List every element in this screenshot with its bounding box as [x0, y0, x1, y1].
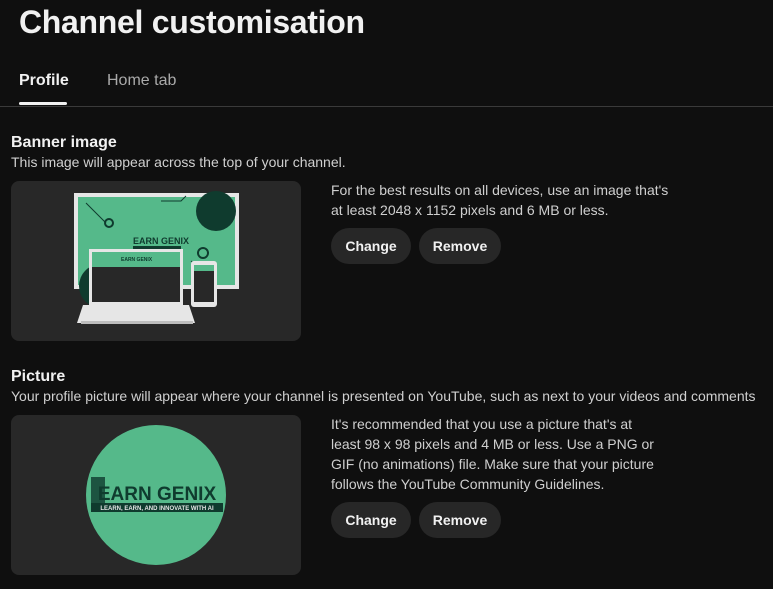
laptop-base: [77, 305, 195, 323]
banner-change-button[interactable]: Change: [331, 228, 411, 264]
banner-remove-button[interactable]: Remove: [419, 228, 501, 264]
svg-text:EARN GENIX: EARN GENIX: [121, 257, 153, 263]
banner-dark-circle: [196, 191, 236, 231]
banner-info-line: For the best results on all devices, use…: [331, 182, 669, 198]
banner-preview: EARN GENIX EARN GENIX: [11, 181, 301, 341]
picture-info-line: follows the YouTube Community Guidelines…: [331, 476, 605, 492]
picture-info-line: GIF (no animations) file. Make sure that…: [331, 456, 654, 472]
page-title: Channel customisation: [19, 4, 365, 40]
picture-info-line: least 98 x 98 pixels and 4 MB or less. U…: [331, 436, 654, 452]
tab-home[interactable]: Home tab: [107, 71, 176, 91]
banner-info: For the best results on all devices, use…: [331, 180, 668, 220]
tab-profile[interactable]: Profile: [19, 71, 69, 91]
picture-section-title: Picture: [11, 368, 66, 385]
picture-preview: EARN GENIX LEARN, EARN, AND INNOVATE WIT…: [11, 415, 301, 575]
banner-info-line: at least 2048 x 1152 pixels and 6 MB or …: [331, 202, 609, 218]
banner-brand-text: EARN GENIX: [133, 236, 189, 246]
tabs-divider: [0, 106, 773, 107]
picture-remove-button[interactable]: Remove: [419, 502, 501, 538]
logo-tagline-text: LEARN, EARN, AND INNOVATE WITH AI: [100, 506, 214, 512]
profile-picture-logo: EARN GENIX LEARN, EARN, AND INNOVATE WIT…: [86, 425, 226, 565]
tab-bar: Profile Home tab: [0, 62, 773, 106]
banner-section-description: This image will appear across the top of…: [11, 154, 346, 170]
picture-info-line: It's recommended that you use a picture …: [331, 416, 633, 432]
tab-active-indicator: [19, 102, 67, 105]
laptop-screen: [92, 267, 180, 302]
banner-device-mockup: EARN GENIX EARN GENIX: [74, 191, 239, 324]
picture-change-button[interactable]: Change: [331, 502, 411, 538]
picture-info: It's recommended that you use a picture …: [331, 414, 654, 494]
logo-title-text: EARN GENIX: [98, 484, 217, 505]
picture-section-description: Your profile picture will appear where y…: [11, 388, 756, 404]
banner-section-title: Banner image: [11, 134, 117, 151]
